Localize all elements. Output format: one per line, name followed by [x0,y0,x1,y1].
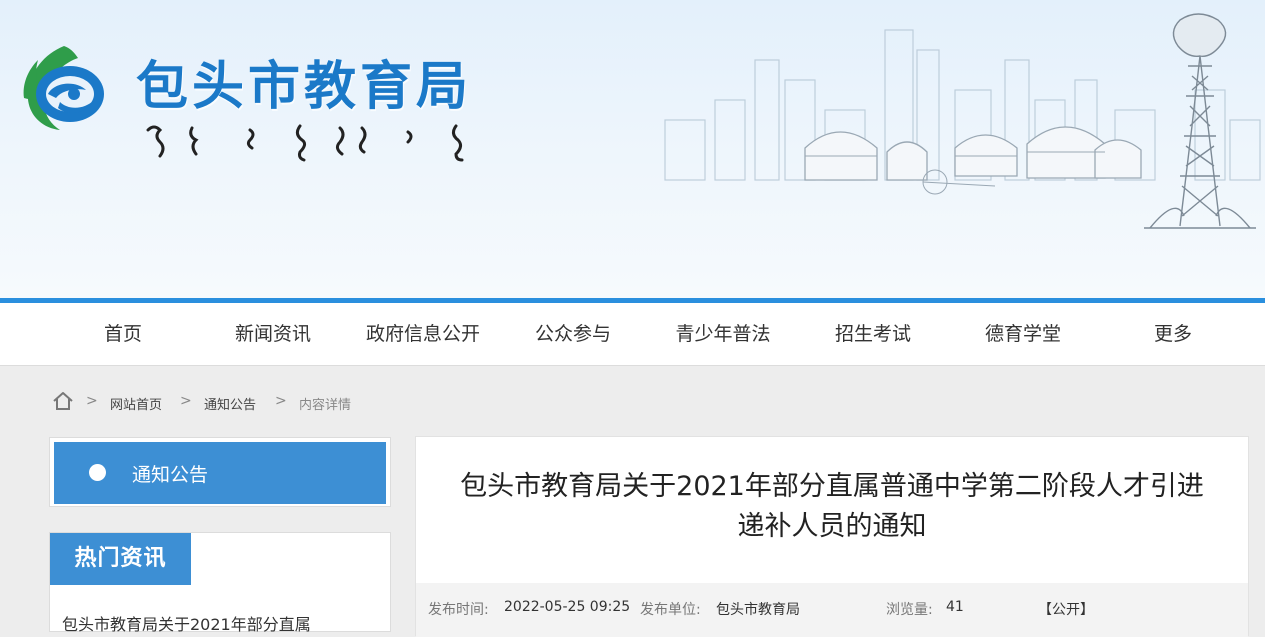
mongolian-title-script [146,124,464,162]
publish-time-value: 2022-05-25 09:25 [504,599,631,615]
breadcrumb-site-home[interactable]: 网站首页 [110,394,162,413]
nav-item-gov-info[interactable]: 政府信息公开 [348,303,498,366]
publisher-value: 包头市教育局 [716,602,800,618]
nav-item-youth-law[interactable]: 青少年普法 [648,303,798,366]
nav-item-public-participation[interactable]: 公众参与 [498,303,648,366]
bullet-dot-icon [89,464,106,481]
nav-item-moral-education[interactable]: 德育学堂 [948,303,1098,366]
views-value: 41 [946,599,964,615]
article-title-line: 包头市教育局关于2021年部分直属普通中学第二阶段人才引进 [460,471,1204,502]
article-meta-bar: 发布时间: 2022-05-25 09:25 发布单位: 包头市教育局 浏览量:… [416,583,1248,637]
nav-item-admissions[interactable]: 招生考试 [798,303,948,366]
header-banner: 包头市教育局 [0,0,1265,298]
article-title-line: 递补人员的通知 [737,511,927,542]
breadcrumb-notices[interactable]: 通知公告 [204,394,256,413]
publish-time-label: 发布时间: [428,602,489,618]
site-title: 包头市教育局 [136,57,473,117]
nav-item-home[interactable]: 首页 [48,303,198,366]
breadcrumb-separator: > [86,393,98,409]
monument-illustration [1144,13,1256,229]
sidebar-category-box: 通知公告 [49,437,391,507]
main-navigation: 首页 新闻资讯 政府信息公开 公众参与 青少年普法 招生考试 德育学堂 更多 [0,303,1265,366]
nav-item-more[interactable]: 更多 [1098,303,1248,366]
article-title: 包头市教育局关于2021年部分直属普通中学第二阶段人才引进 递补人员的通知 [432,467,1232,547]
nav-item-news[interactable]: 新闻资讯 [198,303,348,366]
article-panel: 包头市教育局关于2021年部分直属普通中学第二阶段人才引进 递补人员的通知 发布… [415,436,1249,637]
views-label: 浏览量: [886,602,933,618]
publisher-label: 发布单位: [640,602,701,618]
education-bureau-logo-icon [23,46,104,130]
visibility-badge: 【公开】 [1038,602,1094,618]
sidebar-item-notices[interactable]: 通知公告 [54,442,386,504]
breadcrumb-separator: > [180,393,192,409]
hot-news-title: 热门资讯 [50,533,191,585]
hot-news-box: 热门资讯 包头市教育局关于2021年部分直属 [49,532,391,635]
home-icon[interactable] [52,390,74,412]
breadcrumb-current: 内容详情 [299,398,352,413]
breadcrumb-separator: > [275,393,287,409]
hot-news-item[interactable]: 包头市教育局关于2021年部分直属 [62,611,311,635]
sidebar-item-label: 通知公告 [132,464,209,486]
